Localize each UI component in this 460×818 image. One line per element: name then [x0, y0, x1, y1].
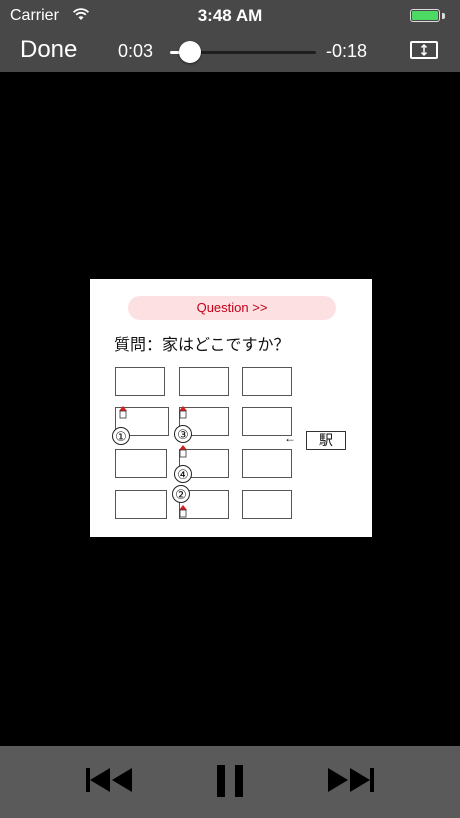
progress-scrubber[interactable] — [170, 40, 316, 64]
number-1: ① — [112, 427, 130, 445]
scrubber-thumb[interactable] — [179, 41, 202, 63]
skip-forward-icon[interactable] — [324, 764, 376, 801]
grid-box — [242, 490, 292, 519]
question-banner: Question >> — [128, 296, 336, 320]
bottom-control-bar — [0, 746, 460, 818]
done-button[interactable]: Done — [20, 36, 77, 64]
number-4: ④ — [174, 465, 192, 483]
house-icon — [119, 406, 127, 419]
station-label: 駅 — [306, 431, 346, 450]
status-bar: Carrier 3:48 AM — [0, 0, 460, 32]
battery-icon — [410, 9, 440, 22]
question-text: 質問：家はどこですか？ — [114, 335, 290, 354]
remaining-time: -0:18 — [326, 41, 368, 61]
grid-box — [242, 367, 292, 396]
video-slide: Question >> 質問：家はどこですか？ ① ③ ④ ② ← 駅 — [90, 279, 372, 537]
house-icon — [179, 445, 187, 458]
video-player-screen: Carrier 3:48 AM Done 0:03 -0:18 Question… — [0, 0, 460, 818]
grid-box — [115, 490, 167, 519]
battery-tip — [442, 13, 445, 19]
skip-back-icon[interactable] — [84, 764, 136, 801]
house-icon — [179, 406, 187, 419]
grid-box — [115, 449, 167, 478]
grid-box — [179, 367, 229, 396]
number-3: ③ — [174, 425, 192, 443]
video-frame[interactable]: Question >> 質問：家はどこですか？ ① ③ ④ ② ← 駅 — [0, 72, 460, 746]
elapsed-time: 0:03 — [118, 41, 154, 61]
clock: 3:48 AM — [197, 6, 263, 25]
aspect-fit-icon[interactable] — [410, 41, 438, 59]
grid-box — [115, 367, 165, 396]
pause-icon[interactable] — [214, 764, 246, 803]
arrow-left: ← — [284, 431, 296, 445]
number-2: ② — [172, 485, 190, 503]
top-control-bar: Done 0:03 -0:18 — [0, 32, 460, 72]
grid-box — [242, 449, 292, 478]
house-icon — [179, 505, 187, 518]
